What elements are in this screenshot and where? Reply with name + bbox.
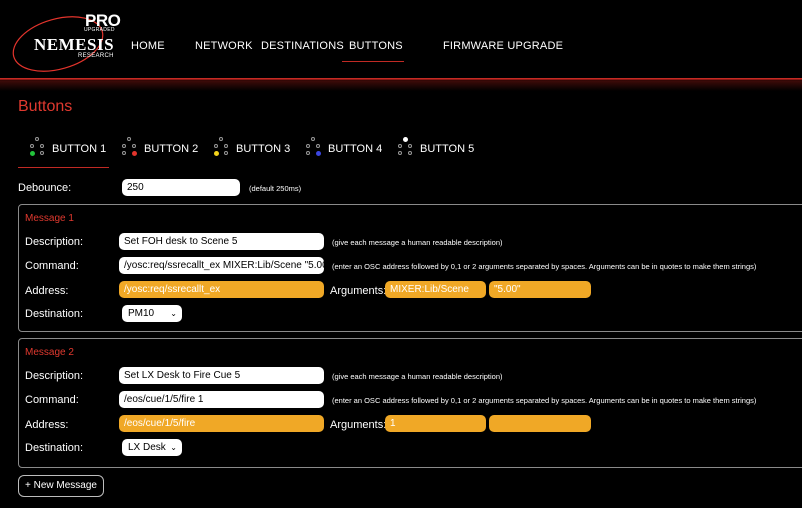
nav-buttons[interactable]: BUTTONS [349, 40, 403, 60]
message-1-arg2-input[interactable]: "5.00" [489, 281, 591, 298]
message-1-destination-label: Destination: [25, 308, 84, 320]
logo-name: NEMESIS [34, 35, 115, 54]
nav-destinations[interactable]: DESTINATIONS [261, 40, 344, 60]
debounce-label: Debounce: [18, 182, 72, 194]
message-2-destination-value: LX Desk [128, 442, 166, 453]
logo-upgraded: UPGRADED [84, 27, 115, 33]
message-1-description-input[interactable]: Set FOH desk to Scene 5 [119, 233, 324, 250]
tab-active-indicator [18, 167, 109, 168]
message-2-title: Message 2 [25, 347, 74, 358]
message-2-arguments-label: Arguments: [330, 419, 387, 431]
tab-label: BUTTON 1 [52, 143, 107, 155]
message-1-address-input[interactable]: /yosc:req/ssrecallt_ex [119, 281, 324, 298]
message-1-destination-select[interactable]: PM10 ⌄ [122, 305, 182, 322]
message-2-command-label: Command: [25, 394, 79, 406]
nemesis-logo[interactable]: PRO UPGRADED NEMESIS RESEARCH [10, 6, 121, 72]
logo-research: RESEARCH [78, 53, 114, 59]
message-1-description-label: Description: [25, 236, 84, 248]
debounce-hint: (default 250ms) [249, 184, 302, 193]
message-2-arg1-input[interactable]: 1 [385, 415, 486, 432]
message-1-title: Message 1 [25, 213, 74, 224]
message-2-arg2-input[interactable] [489, 415, 591, 432]
message-2-description-hint: (give each message a human readable desc… [332, 372, 503, 381]
led-indicator-icon [397, 135, 417, 161]
message-1-description-hint: (give each message a human readable desc… [332, 238, 503, 247]
led-indicator-icon [305, 135, 325, 161]
message-2-command-hint: (enter an OSC address followed by 0,1 or… [332, 396, 757, 405]
message-1-arguments-label: Arguments: [330, 285, 387, 297]
nav-home[interactable]: HOME [131, 40, 165, 60]
message-2-command-input[interactable]: /eos/cue/1/5/fire 1 [119, 391, 324, 408]
led-indicator-icon [121, 135, 141, 161]
tab-label: BUTTON 5 [420, 143, 475, 155]
message-1-command-label: Command: [25, 260, 79, 272]
nav-active-indicator [342, 61, 404, 62]
debounce-input[interactable]: 250 [122, 179, 240, 196]
message-1-command-hint: (enter an OSC address followed by 0,1 or… [332, 262, 757, 271]
message-1-address-label: Address: [25, 285, 69, 297]
led-indicator-icon [29, 135, 49, 161]
nav-firmware-upgrade[interactable]: FIRMWARE UPGRADE [443, 40, 563, 60]
message-2-address-input[interactable]: /eos/cue/1/5/fire [119, 415, 324, 432]
tab-label: BUTTON 2 [144, 143, 199, 155]
nav-network[interactable]: NETWORK [195, 40, 253, 60]
message-2-destination-label: Destination: [25, 442, 84, 454]
message-1-command-input[interactable]: /yosc:req/ssrecallt_ex MIXER:Lib/Scene "… [119, 257, 324, 274]
new-message-button[interactable]: + New Message [18, 475, 104, 497]
tab-label: BUTTON 3 [236, 143, 291, 155]
header-glow [0, 81, 802, 91]
header: PRO UPGRADED NEMESIS RESEARCH HOME NETWO… [0, 0, 802, 80]
tab-label: BUTTON 4 [328, 143, 383, 155]
message-2-destination-select[interactable]: LX Desk ⌄ [122, 439, 182, 456]
message-2-address-label: Address: [25, 419, 69, 431]
message-2-description-input[interactable]: Set LX Desk to Fire Cue 5 [119, 367, 324, 384]
chevron-down-icon: ⌄ [170, 309, 177, 318]
chevron-down-icon: ⌄ [170, 443, 177, 452]
message-1-destination-value: PM10 [128, 308, 155, 319]
led-indicator-icon [213, 135, 233, 161]
page-title: Buttons [18, 98, 73, 115]
message-1-arg1-input[interactable]: MIXER:Lib/Scene [385, 281, 486, 298]
message-2-description-label: Description: [25, 370, 84, 382]
